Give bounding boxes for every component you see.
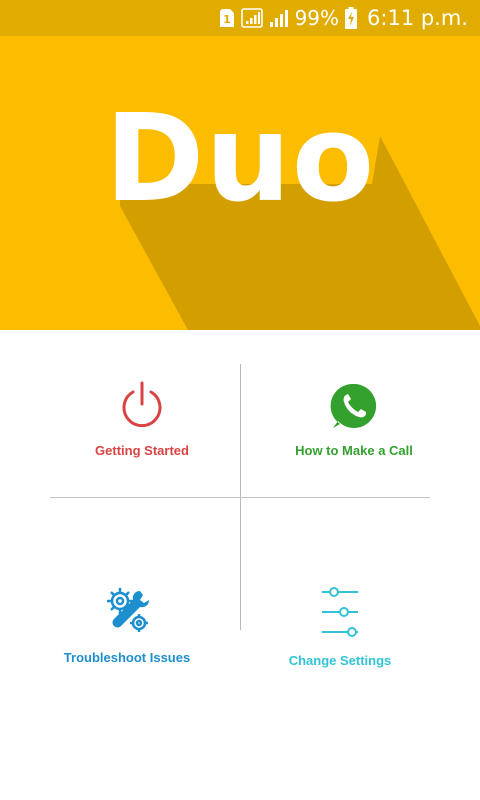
sim-icon: 1 [219,8,235,28]
change-settings-button[interactable]: Change Settings [270,584,410,668]
change-settings-label: Change Settings [288,653,392,668]
getting-started-label: Getting Started [95,443,189,458]
power-icon [119,380,165,435]
app-title: Duo [104,90,376,229]
sliders-icon [320,584,360,645]
troubleshoot-issues-label: Troubleshoot Issues [63,650,191,665]
signal-icon [269,8,289,28]
status-clock: 6:11 p.m. [367,6,468,30]
sim-slot-label: 1 [223,13,231,26]
troubleshoot-issues-button[interactable]: Troubleshoot Issues [50,585,204,665]
getting-started-button[interactable]: Getting Started [60,380,224,458]
how-to-make-call-button[interactable]: How to Make a Call [270,382,438,458]
how-to-make-call-label: How to Make a Call [295,443,413,458]
battery-percentage: 99% [294,6,340,30]
horizontal-divider [50,497,430,498]
menu-grid: Getting Started How to Make a Call Troub… [0,330,480,800]
status-bar: 1 99% 6:11 p.m. [0,0,480,36]
whatsapp-phone-icon [330,382,378,435]
gear-wrench-icon [104,585,150,642]
battery-charging-icon [345,7,358,29]
hero-banner: Duo [0,36,480,330]
signal-icon [240,8,263,28]
